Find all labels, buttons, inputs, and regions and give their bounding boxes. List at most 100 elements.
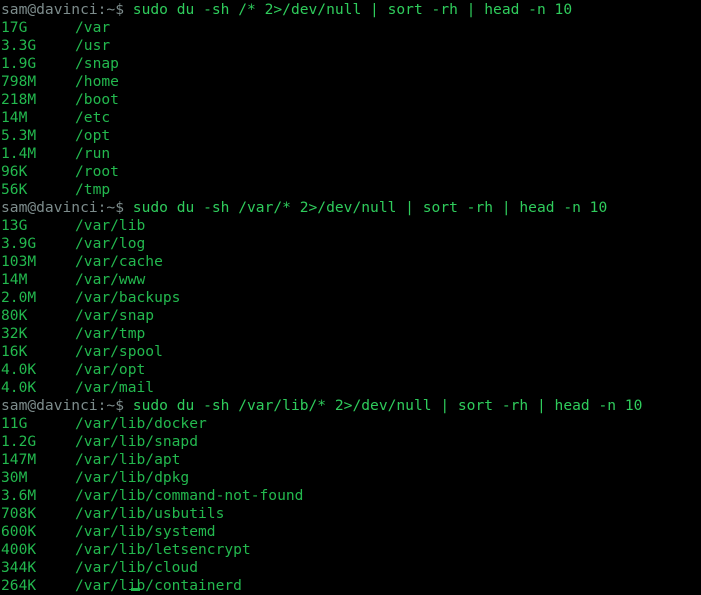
path-value: /home (75, 73, 119, 90)
size-value: 17G (1, 19, 28, 36)
output-row: 5.3M/opt (1, 127, 701, 145)
path-value: /var/log (75, 235, 146, 252)
size-value: 96K (1, 163, 28, 180)
path-value: /var (75, 19, 111, 36)
size-value: 32K (1, 325, 28, 342)
output-row: 2.0M/var/backups (1, 289, 701, 307)
path-value: /var/spool (75, 343, 163, 360)
output-row: 16K/var/spool (1, 343, 701, 361)
path-value: /var/lib/usbutils (75, 505, 225, 522)
output-row: 11G/var/lib/docker (1, 415, 701, 433)
size-value: 1.4M (1, 145, 37, 162)
path-value: /var/lib/snapd (75, 433, 199, 450)
size-value: 344K (1, 559, 37, 576)
size-value: 14M (1, 109, 28, 126)
path-value: /var/www (75, 271, 146, 288)
path-value: /etc (75, 109, 111, 126)
output-row: 13G/var/lib (1, 217, 701, 235)
path-value: /var/lib/containerd (75, 577, 242, 594)
output-row: 218M/boot (1, 91, 701, 109)
output-row: 1.2G/var/lib/snapd (1, 433, 701, 451)
size-value: 103M (1, 253, 37, 270)
path-value: /var/snap (75, 307, 155, 324)
path-value: /boot (75, 91, 119, 108)
size-value: 16K (1, 343, 28, 360)
size-value: 147M (1, 451, 37, 468)
size-value: 798M (1, 73, 37, 90)
shell-prompt: sam@davinci:~$ (1, 397, 125, 414)
output-row: 96K/root (1, 163, 701, 181)
size-value: 1.2G (1, 433, 37, 450)
command-text: sudo du -sh /var/lib/* 2>/dev/null | sor… (124, 397, 643, 414)
output-row: 3.6M/var/lib/command-not-found (1, 487, 701, 505)
size-value: 264K (1, 577, 37, 594)
path-value: /var/lib (75, 217, 146, 234)
path-value: /var/tmp (75, 325, 146, 342)
size-value: 600K (1, 523, 37, 540)
prompt-line: sam@davinci:~$ sudo du -sh /* 2>/dev/nul… (1, 1, 701, 19)
shell-prompt: sam@davinci:~$ (1, 199, 125, 216)
size-value: 30M (1, 469, 28, 486)
path-value: /var/mail (75, 379, 155, 396)
size-value: 56K (1, 181, 28, 198)
output-row: 4.0K/var/mail (1, 379, 701, 397)
output-row: 56K/tmp (1, 181, 701, 199)
size-value: 218M (1, 91, 37, 108)
output-row: 600K/var/lib/systemd (1, 523, 701, 541)
size-value: 11G (1, 415, 28, 432)
command-text: sudo du -sh /var/* 2>/dev/null | sort -r… (124, 199, 608, 216)
path-value: /var/lib/cloud (75, 559, 199, 576)
path-value: /usr (75, 37, 111, 54)
path-value: /run (75, 145, 111, 162)
path-value: /tmp (75, 181, 111, 198)
output-row: 3.9G/var/log (1, 235, 701, 253)
size-value: 1.9G (1, 55, 37, 72)
size-value: 5.3M (1, 127, 37, 144)
output-row: 1.9G/snap (1, 55, 701, 73)
output-row: 30M/var/lib/dpkg (1, 469, 701, 487)
path-value: /var/lib/dpkg (75, 469, 190, 486)
output-row: 17G/var (1, 19, 701, 37)
output-row: 344K/var/lib/cloud (1, 559, 701, 577)
size-value: 14M (1, 271, 28, 288)
output-row: 1.4M/run (1, 145, 701, 163)
path-value: /var/lib/command-not-found (75, 487, 304, 504)
output-row: 32K/var/tmp (1, 325, 701, 343)
output-row: 798M/home (1, 73, 701, 91)
size-value: 3.6M (1, 487, 37, 504)
output-row: 264K/var/lib/containerd (1, 577, 701, 595)
path-value: /var/lib/apt (75, 451, 181, 468)
path-value: /opt (75, 127, 111, 144)
path-value: /var/backups (75, 289, 181, 306)
size-value: 3.3G (1, 37, 37, 54)
size-value: 80K (1, 307, 28, 324)
output-row: 14M/etc (1, 109, 701, 127)
path-value: /root (75, 163, 119, 180)
shell-prompt: sam@davinci:~$ (1, 1, 125, 18)
size-value: 400K (1, 541, 37, 558)
terminal-screen[interactable]: sam@davinci:~$ sudo du -sh /* 2>/dev/nul… (0, 0, 701, 595)
output-row: 400K/var/lib/letsencrypt (1, 541, 701, 559)
size-value: 4.0K (1, 379, 37, 396)
path-value: /var/cache (75, 253, 163, 270)
prompt-line: sam@davinci:~$ sudo du -sh /var/lib/* 2>… (1, 397, 701, 415)
output-row: 14M/var/www (1, 271, 701, 289)
output-row: 3.3G/usr (1, 37, 701, 55)
size-value: 2.0M (1, 289, 37, 306)
size-value: 13G (1, 217, 28, 234)
path-value: /var/lib/systemd (75, 523, 216, 540)
path-value: /var/opt (75, 361, 146, 378)
output-row: 80K/var/snap (1, 307, 701, 325)
output-row: 4.0K/var/opt (1, 361, 701, 379)
terminal-window[interactable]: sam@davinci:~$ sudo du -sh /* 2>/dev/nul… (0, 0, 701, 594)
path-value: /var/lib/letsencrypt (75, 541, 251, 558)
size-value: 3.9G (1, 235, 37, 252)
path-value: /var/lib/docker (75, 415, 207, 432)
command-text: sudo du -sh /* 2>/dev/null | sort -rh | … (124, 1, 573, 18)
path-value: /snap (75, 55, 119, 72)
size-value: 708K (1, 505, 37, 522)
prompt-line: sam@davinci:~$ sudo du -sh /var/* 2>/dev… (1, 199, 701, 217)
output-row: 708K/var/lib/usbutils (1, 505, 701, 523)
text-cursor (131, 588, 140, 591)
size-value: 4.0K (1, 361, 37, 378)
